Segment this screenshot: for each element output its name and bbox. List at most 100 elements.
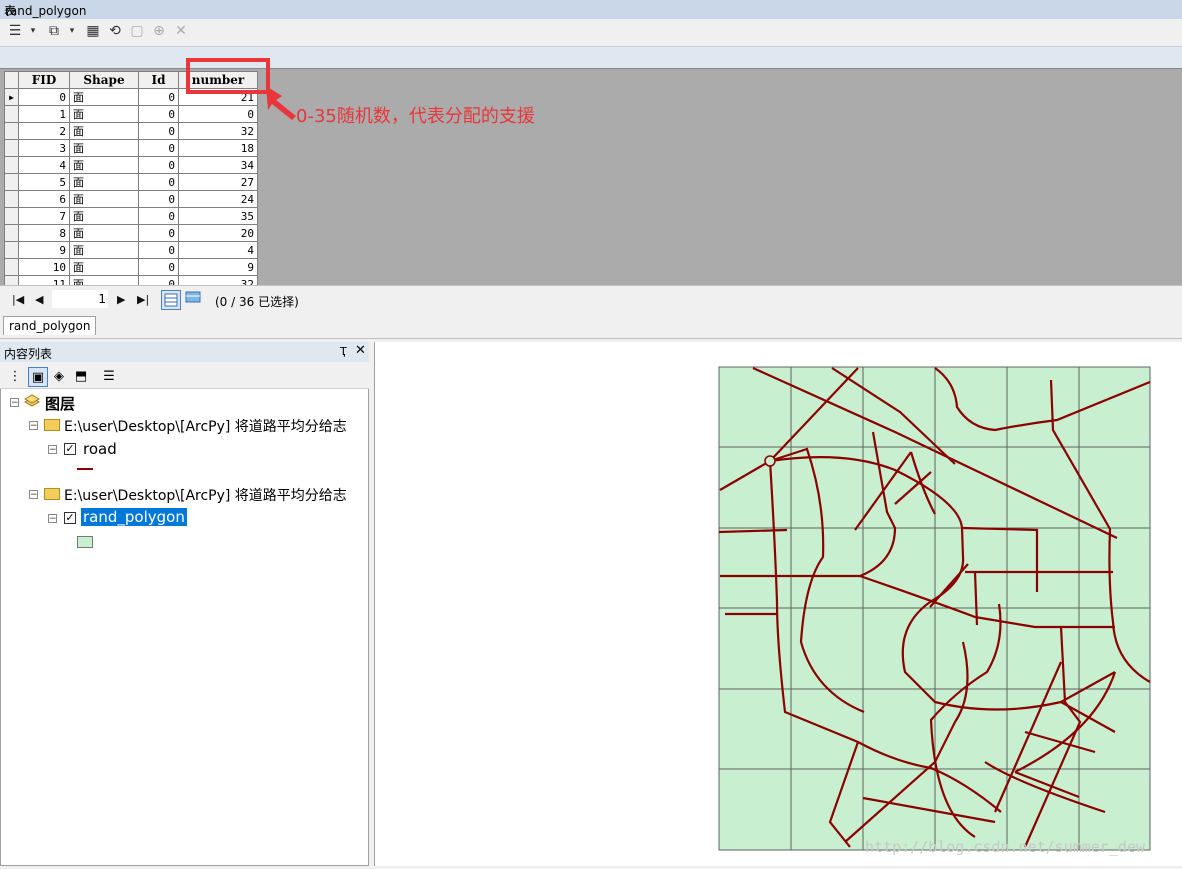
cell-number[interactable]: 35 [178, 207, 258, 225]
cell-shape[interactable]: 面 [69, 88, 139, 106]
select-by-attributes-icon[interactable]: ▦ [84, 22, 102, 40]
cell-shape[interactable]: 面 [69, 139, 139, 157]
show-all-records-icon[interactable] [161, 290, 181, 310]
row-selector[interactable] [4, 190, 19, 208]
table-row[interactable]: 1面00 [4, 105, 258, 123]
cell-shape[interactable]: 面 [69, 173, 139, 191]
table-row[interactable]: 10 面 0 9 [4, 258, 258, 276]
close-icon[interactable]: ✕ [355, 343, 366, 358]
row-selector[interactable] [4, 258, 19, 276]
cell-fid[interactable]: 8 [18, 224, 70, 242]
cell-id[interactable]: 0 [138, 224, 179, 242]
row-selector[interactable] [4, 139, 19, 157]
cell-fid[interactable]: 4 [18, 156, 70, 174]
cell-fid[interactable]: 6 [18, 190, 70, 208]
row-selector[interactable] [4, 241, 19, 259]
table-row[interactable]: 7 面 0 35 [4, 207, 258, 225]
cell-number[interactable]: 0 [178, 105, 258, 123]
layer-name-road[interactable]: road [83, 440, 117, 458]
row-selector[interactable] [4, 122, 19, 140]
cell-id[interactable]: 0 [138, 258, 179, 276]
dropdown-arrow-icon[interactable]: ▾ [24, 22, 42, 40]
cell-id[interactable]: 0 [138, 122, 179, 140]
column-header-shape[interactable]: Shape [69, 71, 139, 89]
collapse-icon[interactable]: − [29, 490, 38, 500]
collapse-icon[interactable]: − [29, 421, 38, 431]
cell-number[interactable]: 18 [178, 139, 258, 157]
previous-record-icon[interactable]: ◀ [35, 293, 43, 306]
table-row[interactable]: 5 面 0 27 [4, 173, 258, 191]
table-row[interactable]: 4 面 0 34 [4, 156, 258, 174]
column-header-id[interactable]: Id [138, 71, 179, 89]
layer-visibility-checkbox[interactable]: ✓ [64, 512, 76, 524]
table-row[interactable]: 8 面 0 20 [4, 224, 258, 242]
list-by-drawing-order-icon[interactable]: ⋮ [6, 367, 24, 385]
delete-selected-icon[interactable]: ✕ [172, 22, 190, 40]
cell-shape[interactable]: 面 [69, 156, 139, 174]
cell-id[interactable]: 0 [138, 139, 179, 157]
cell-fid[interactable]: 5 [18, 173, 70, 191]
collapse-icon[interactable]: − [10, 398, 19, 408]
cell-shape[interactable]: 面 [69, 207, 139, 225]
cell-number[interactable]: 4 [178, 241, 258, 259]
cell-fid[interactable]: 1 [18, 105, 70, 123]
cell-shape[interactable]: 面 [69, 258, 139, 276]
cell-number[interactable]: 9 [178, 258, 258, 276]
cell-id[interactable]: 0 [138, 190, 179, 208]
cell-fid[interactable]: 9 [18, 241, 70, 259]
table-row[interactable]: 9面04 [4, 241, 258, 259]
toc-group-path[interactable]: E:\user\Desktop\[ArcPy] 将道路平均分给志 [64, 485, 347, 505]
cell-shape[interactable]: 面 [69, 105, 139, 123]
show-selected-records-icon[interactable] [185, 291, 201, 305]
cell-number[interactable]: 32 [178, 122, 258, 140]
tab-rand-polygon[interactable]: rand_polygon [3, 316, 97, 335]
row-selector[interactable] [4, 207, 19, 225]
cell-number[interactable]: 27 [178, 173, 258, 191]
row-selector[interactable] [4, 224, 19, 242]
cell-id[interactable]: 0 [138, 207, 179, 225]
table-row[interactable]: 3 面 0 18 [4, 139, 258, 157]
layer-visibility-checkbox[interactable]: ✓ [64, 443, 76, 455]
cell-id[interactable]: 0 [138, 156, 179, 174]
pin-icon[interactable]: Ҭ [340, 345, 347, 358]
layer-name-rand-polygon[interactable]: rand_polygon [81, 508, 187, 526]
cell-fid[interactable]: 2 [18, 122, 70, 140]
switch-selection-icon[interactable]: ⟲ [106, 22, 124, 40]
table-row[interactable]: 6 面 0 24 [4, 190, 258, 208]
list-by-visibility-icon[interactable]: ◈ [50, 367, 68, 385]
cell-id[interactable]: 0 [138, 88, 179, 106]
row-selector[interactable] [4, 156, 19, 174]
collapse-icon[interactable]: − [48, 445, 57, 455]
clear-selection-icon[interactable]: ▢ [128, 22, 146, 40]
row-selector[interactable]: ▶ [4, 88, 19, 106]
column-header-fid[interactable]: FID [18, 71, 70, 89]
first-record-icon[interactable]: |◀ [12, 293, 24, 306]
cell-shape[interactable]: 面 [69, 122, 139, 140]
map-view[interactable] [374, 342, 1182, 866]
last-record-icon[interactable]: ▶| [137, 293, 149, 306]
table-options-icon[interactable]: ☰ [6, 22, 24, 40]
cell-id[interactable]: 0 [138, 173, 179, 191]
row-selector[interactable] [4, 173, 19, 191]
cell-shape[interactable]: 面 [69, 224, 139, 242]
cell-fid[interactable]: 0 [18, 88, 70, 106]
options-icon[interactable]: ☰ [100, 367, 118, 385]
cell-id[interactable]: 0 [138, 105, 179, 123]
cell-id[interactable]: 0 [138, 241, 179, 259]
cell-number[interactable]: 20 [178, 224, 258, 242]
cell-fid[interactable]: 7 [18, 207, 70, 225]
list-by-source-icon[interactable]: ▣ [28, 367, 48, 387]
list-by-selection-icon[interactable]: ⬒ [72, 367, 90, 385]
table-row[interactable]: 2 面 0 32 [4, 122, 258, 140]
cell-shape[interactable]: 面 [69, 190, 139, 208]
cell-shape[interactable]: 面 [69, 241, 139, 259]
cell-fid[interactable]: 10 [18, 258, 70, 276]
toc-root-label[interactable]: 图层 [45, 393, 75, 414]
toc-group-path[interactable]: E:\user\Desktop\[ArcPy] 将道路平均分给志 [64, 416, 347, 436]
cell-fid[interactable]: 3 [18, 139, 70, 157]
current-record-input[interactable]: 1 [52, 290, 108, 308]
row-selector[interactable] [4, 105, 19, 123]
collapse-icon[interactable]: − [48, 514, 57, 524]
zoom-to-selected-icon[interactable]: ⊕ [150, 22, 168, 40]
cell-number[interactable]: 24 [178, 190, 258, 208]
